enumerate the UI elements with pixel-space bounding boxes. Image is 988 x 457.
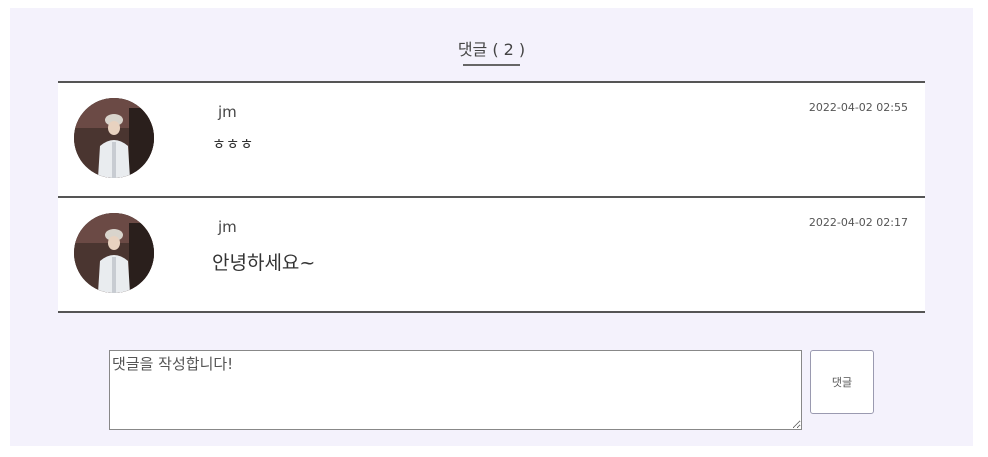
comment-text: 안녕하세요~ bbox=[212, 252, 316, 274]
comment-date: 2022-04-02 02:17 bbox=[808, 216, 908, 229]
comment-item: jm 2022-04-02 02:55 ㅎㅎㅎ bbox=[58, 81, 925, 196]
comments-title: 댓글 ( 2 ) bbox=[457, 40, 526, 59]
title-underline bbox=[463, 64, 520, 66]
comment-author: jm bbox=[218, 218, 237, 236]
comment-input[interactable] bbox=[109, 350, 802, 430]
comment-list: jm 2022-04-02 02:55 ㅎㅎㅎ jm 2022-04-02 02… bbox=[58, 81, 925, 313]
submit-comment-button[interactable]: 댓글 bbox=[810, 350, 874, 414]
comment-author: jm bbox=[218, 103, 237, 121]
avatar bbox=[74, 213, 154, 293]
avatar bbox=[74, 98, 154, 178]
comment-section: 댓글 ( 2 ) jm 2022-04-02 02:55 ㅎㅎㅎ jm 2022… bbox=[10, 8, 973, 446]
comment-text: ㅎㅎㅎ bbox=[212, 135, 254, 153]
comment-date: 2022-04-02 02:55 bbox=[808, 101, 908, 114]
comment-item: jm 2022-04-02 02:17 안녕하세요~ bbox=[58, 196, 925, 313]
